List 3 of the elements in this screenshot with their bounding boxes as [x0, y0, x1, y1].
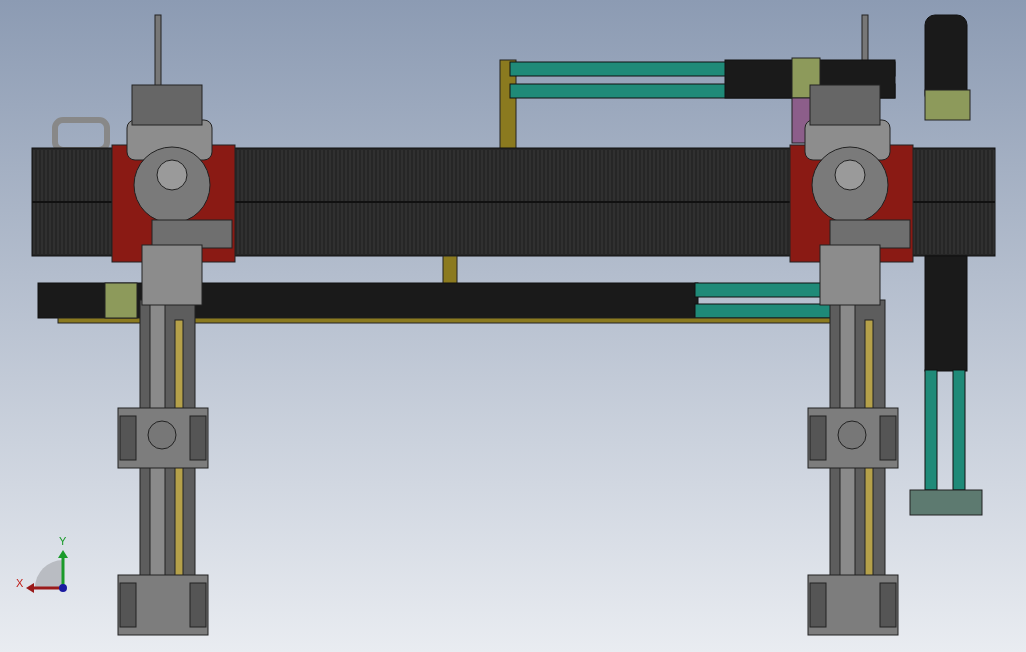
axis-label: X: [16, 577, 24, 589]
axis-triad-icon: [26, 550, 68, 593]
axis-label: Y: [59, 535, 67, 547]
